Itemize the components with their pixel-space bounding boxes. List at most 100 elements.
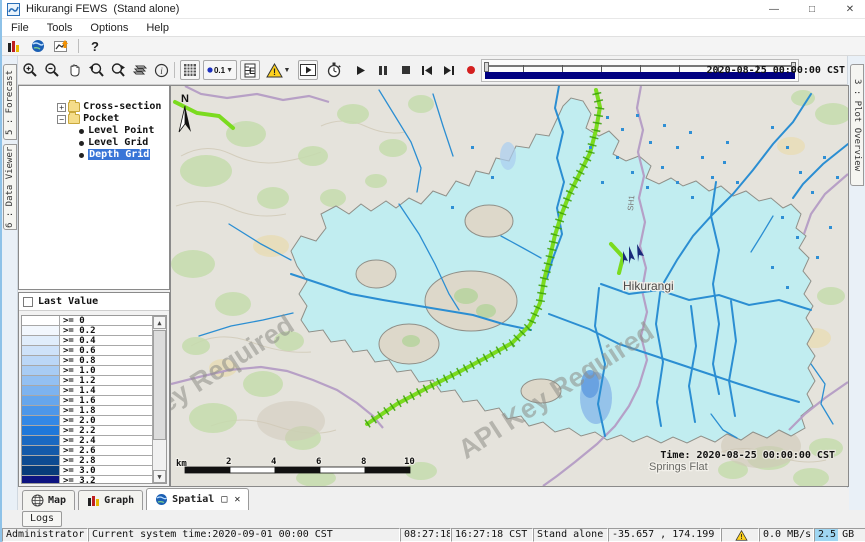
application-window: Hikurangi FEWS (Stand alone) — □ ✕ File … <box>0 0 865 542</box>
grid-toggle-button[interactable] <box>180 60 200 80</box>
chart-arrow-icon <box>54 39 70 53</box>
skip-end-icon <box>443 65 455 76</box>
tree-item-cross-section[interactable]: +Cross-section <box>19 89 169 101</box>
memory-label: 2.5 GB <box>818 529 854 540</box>
grid-icon <box>183 63 197 77</box>
last-value-row: Last Value <box>19 293 169 311</box>
play-icon <box>355 65 366 76</box>
help-button[interactable]: ? <box>83 38 107 55</box>
legend-swatch <box>22 356 60 365</box>
pause-button[interactable] <box>373 60 393 80</box>
tab-data-viewer[interactable]: 6 : Data Viewer <box>3 144 17 230</box>
legend-swatch <box>22 376 60 385</box>
explorer-button[interactable] <box>2 38 26 55</box>
zoom-in-button[interactable] <box>20 60 40 80</box>
legend-row: >= 0.2 <box>22 326 152 336</box>
zoom-out-button[interactable] <box>42 60 62 80</box>
svg-text:E: E <box>249 66 255 76</box>
class-breaks-dropdown[interactable]: 0.1 ▼ <box>203 60 237 80</box>
tab-spatial[interactable]: Spatial □ ✕ <box>146 488 249 510</box>
scroll-down-icon[interactable]: ▼ <box>153 470 166 483</box>
legend-label: >= 0 <box>60 316 152 325</box>
legend-row: >= 2.0 <box>22 416 152 426</box>
map-display-button[interactable] <box>26 38 50 55</box>
tab-graph[interactable]: Graph <box>78 490 143 510</box>
status-user: Administrator <box>2 528 88 542</box>
tab-plot-overview[interactable]: 3 : Plot Overview <box>850 64 864 186</box>
thresholds-dropdown[interactable]: ! ▼ <box>263 60 293 80</box>
menu-options[interactable]: Options <box>81 22 137 34</box>
map-canvas[interactable]: API Key Required API Key Required Hikura… <box>171 86 848 486</box>
toolbar-separator <box>78 39 79 53</box>
time-slider-handle-start[interactable] <box>484 62 489 72</box>
tab-close-icon[interactable]: ✕ <box>234 494 240 505</box>
pan-button[interactable] <box>64 60 84 80</box>
legend-row: >= 1.6 <box>22 396 152 406</box>
tab-maximize-icon[interactable]: □ <box>221 494 227 505</box>
tree-item-pocket[interactable]: −Pocket <box>19 101 169 113</box>
scale-tick-label: 4 <box>271 457 277 467</box>
animation-panel-button[interactable] <box>298 60 318 80</box>
scroll-up-icon[interactable]: ▲ <box>153 316 166 329</box>
legend-swatch <box>22 436 60 445</box>
status-gmt-time: 08:27:18 GMT <box>400 528 451 542</box>
skip-end-button[interactable] <box>439 60 459 80</box>
bar-chart-icon <box>7 40 21 53</box>
zoom-next-icon <box>110 62 127 78</box>
tree-item-level-point[interactable]: Level Point <box>19 113 169 125</box>
legend-label: >= 1.6 <box>60 396 152 405</box>
close-button[interactable]: ✕ <box>833 0 865 19</box>
status-warning-cell[interactable]: ! <box>721 528 759 542</box>
scrollbar-thumb[interactable] <box>153 330 166 440</box>
status-memory: 2.5 GB <box>814 528 865 542</box>
zoom-next-button[interactable] <box>108 60 128 80</box>
last-value-checkbox[interactable] <box>23 297 33 307</box>
tree-item-depth-grid[interactable]: Depth Grid <box>19 137 169 149</box>
legend-row: >= 0.6 <box>22 346 152 356</box>
stop-button[interactable] <box>396 60 416 80</box>
toolbar-separator <box>174 62 175 78</box>
zoom-in-icon <box>22 62 38 78</box>
road-label: SH1 <box>626 194 636 211</box>
tab-map[interactable]: Map <box>22 490 75 510</box>
town-label: Hikurangi <box>623 279 674 293</box>
legend-row: >= 1.0 <box>22 366 152 376</box>
legend-label: >= 3.2 <box>60 476 152 484</box>
tab-forecast[interactable]: 5 : Forecast <box>3 64 17 140</box>
legend-row: >= 0.4 <box>22 336 152 346</box>
legend-scrollbar[interactable]: ▲ ▼ <box>152 316 166 483</box>
menu-file[interactable]: File <box>2 22 38 34</box>
menu-bar: File Tools Options Help <box>2 19 865 37</box>
tree-item-level-grid[interactable]: Level Grid <box>19 125 169 137</box>
skip-start-button[interactable] <box>417 60 437 80</box>
menu-help[interactable]: Help <box>137 22 178 34</box>
animation-settings-button[interactable] <box>324 60 344 80</box>
status-mode: Stand alone <box>533 528 608 542</box>
chevron-down-icon: ▼ <box>284 67 291 74</box>
record-button[interactable] <box>461 60 481 80</box>
scale-ruler-icon: E <box>244 63 256 78</box>
logs-button[interactable]: Logs <box>22 511 62 527</box>
spatial-globe-icon <box>155 493 168 506</box>
tree-item-label-selected: Depth Grid <box>88 149 150 160</box>
map-viewport[interactable]: API Key Required API Key Required Hikura… <box>170 85 849 487</box>
status-local-time: 16:27:18 CST <box>451 528 533 542</box>
logs-row: Logs <box>18 510 849 528</box>
legend-row: >= 2.4 <box>22 436 152 446</box>
legend-swatch <box>22 406 60 415</box>
legend-row: >= 3.2 <box>22 476 152 484</box>
menu-tools[interactable]: Tools <box>38 22 82 34</box>
info-button[interactable]: i <box>151 60 171 80</box>
timeseries-button[interactable] <box>50 38 74 55</box>
zoom-out-icon <box>44 62 60 78</box>
play-button[interactable] <box>350 60 370 80</box>
layers-button[interactable] <box>130 60 150 80</box>
minimize-button[interactable]: — <box>757 0 791 19</box>
zoom-previous-button[interactable] <box>86 60 106 80</box>
legend-swatch <box>22 446 60 455</box>
legend-row: >= 2.8 <box>22 456 152 466</box>
maximize-button[interactable]: □ <box>795 0 829 19</box>
main-toolbar: ? <box>2 37 865 56</box>
scale-toggle-button[interactable]: E <box>240 60 260 80</box>
hill-shading <box>257 401 325 441</box>
